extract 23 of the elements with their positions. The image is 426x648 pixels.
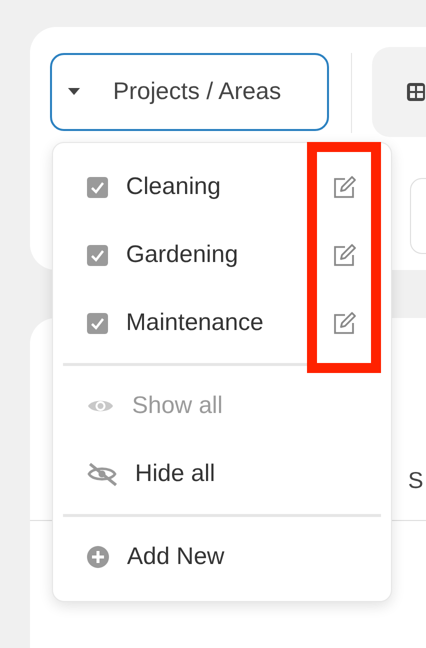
- column-label: S: [408, 466, 424, 495]
- view-toggle[interactable]: [372, 47, 426, 137]
- project-item[interactable]: Maintenance: [53, 289, 391, 357]
- checkbox[interactable]: [87, 244, 108, 266]
- project-label: Maintenance: [126, 308, 264, 338]
- edit-icon[interactable]: [332, 174, 357, 200]
- menu-item[interactable]: Hide all: [53, 440, 391, 508]
- grid-icon: [406, 82, 426, 102]
- menu-item-label: Hide all: [135, 459, 216, 489]
- edit-icon[interactable]: [332, 242, 357, 268]
- checkbox[interactable]: [87, 176, 108, 198]
- project-item[interactable]: Cleaning: [53, 153, 391, 221]
- projects-dropdown[interactable]: Projects / Areas: [50, 53, 330, 131]
- checkbox[interactable]: [87, 312, 108, 334]
- project-item[interactable]: Gardening: [53, 221, 391, 289]
- menu-item-label: Show all: [132, 391, 223, 421]
- plus-circle-icon: [87, 546, 109, 568]
- project-label: Gardening: [126, 240, 238, 270]
- eye-slash-icon: [87, 462, 117, 486]
- edit-icon[interactable]: [332, 310, 357, 336]
- project-label: Cleaning: [126, 172, 221, 202]
- add-new-item[interactable]: Add New: [53, 523, 391, 591]
- menu-item-label: Add New: [127, 542, 224, 572]
